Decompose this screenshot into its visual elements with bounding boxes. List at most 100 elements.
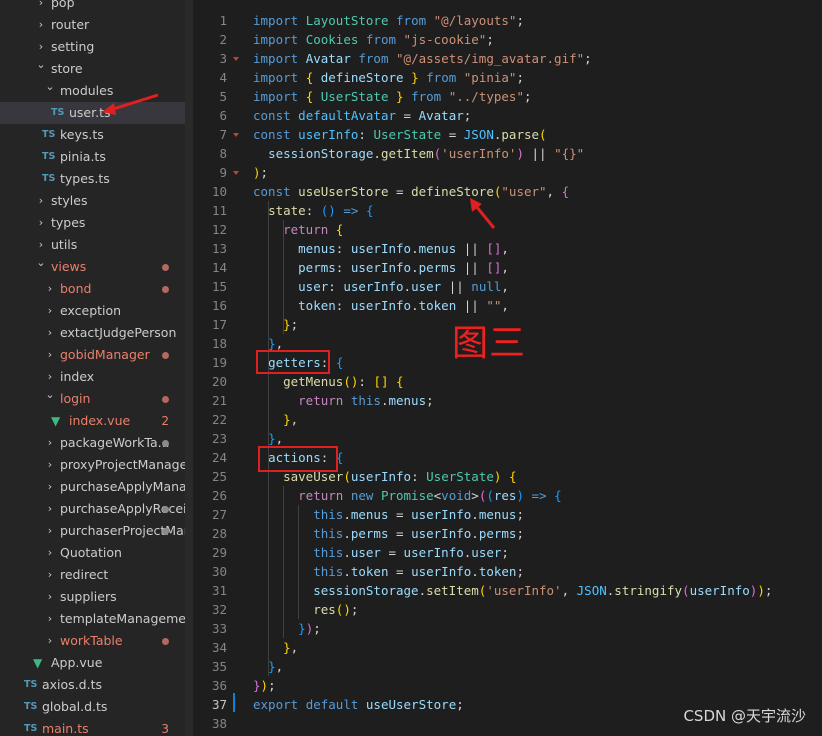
chevron-right-icon[interactable]: ›: [45, 300, 55, 322]
sidebar-scrollbar[interactable]: [185, 0, 193, 736]
chevron-right-icon[interactable]: ›: [36, 190, 46, 212]
chevron-right-icon[interactable]: ›: [45, 586, 55, 608]
code-line[interactable]: 36});: [193, 676, 822, 695]
explorer-item[interactable]: › exception: [0, 300, 185, 322]
explorer-item[interactable]: › Quotation: [0, 542, 185, 564]
explorer-item[interactable]: › packageWorkTa...: [0, 432, 185, 454]
code-token: Cookies: [305, 32, 359, 47]
code-line[interactable]: 29 this.user = userInfo.user;: [193, 543, 822, 562]
explorer-item[interactable]: › utils: [0, 234, 185, 256]
explorer-item[interactable]: › styles: [0, 190, 185, 212]
line-number: 16: [211, 298, 227, 313]
code-line[interactable]: 8 sessionStorage.getItem('userInfo') || …: [193, 144, 822, 163]
chevron-right-icon[interactable]: ›: [45, 520, 55, 542]
chevron-right-icon[interactable]: ›: [45, 564, 55, 586]
chevron-right-icon[interactable]: ›: [45, 498, 55, 520]
explorer-item[interactable]: ⌄ views: [0, 256, 185, 278]
explorer-item[interactable]: › redirect: [0, 564, 185, 586]
code-line[interactable]: 33 });: [193, 619, 822, 638]
code-line[interactable]: 14 perms: userInfo.perms || [],: [193, 258, 822, 277]
explorer-item[interactable]: › workTable: [0, 630, 185, 652]
chevron-right-icon[interactable]: ›: [45, 432, 55, 454]
code-line[interactable]: 21 return this.menus;: [193, 391, 822, 410]
code-line[interactable]: 32 res();: [193, 600, 822, 619]
code-line[interactable]: 1 import LayoutStore from "@/layouts";: [193, 11, 822, 30]
explorer-item[interactable]: › bond: [0, 278, 185, 300]
code-line[interactable]: 4 import { defineStore } from "pinia";: [193, 68, 822, 87]
code-line[interactable]: 16 token: userInfo.token || "",: [193, 296, 822, 315]
code-line[interactable]: 10 const useUserStore = defineStore("user…: [193, 182, 822, 201]
code-line[interactable]: 12 return {: [193, 220, 822, 239]
explorer-item[interactable]: › templateManagement: [0, 608, 185, 630]
code-line[interactable]: 6 const defaultAvatar = Avatar;: [193, 106, 822, 125]
code-line[interactable]: 5 import { UserState } from "../types";: [193, 87, 822, 106]
code-token: ): [260, 678, 269, 693]
fold-marker-icon[interactable]: [233, 171, 239, 175]
fold-marker-icon[interactable]: [233, 57, 239, 61]
explorer-item[interactable]: ⌄ login: [0, 388, 185, 410]
code-line[interactable]: 11 state: () => {: [193, 201, 822, 220]
explorer-item[interactable]: ⌄ store: [0, 58, 185, 80]
explorer-item[interactable]: ›purchaseApplyReceiv...: [0, 498, 185, 520]
chevron-right-icon[interactable]: ›: [36, 212, 46, 234]
chevron-right-icon[interactable]: ›: [45, 322, 55, 344]
chevron-down-icon[interactable]: ⌄: [45, 384, 55, 406]
chevron-right-icon[interactable]: ›: [45, 608, 55, 630]
explorer-item[interactable]: › purchaseApplyManage: [0, 476, 185, 498]
explorer-item[interactable]: TS types.ts: [0, 168, 185, 190]
fold-marker-icon[interactable]: [233, 133, 239, 137]
code-line[interactable]: 34 },: [193, 638, 822, 657]
code-line[interactable]: 15 user: userInfo.user || null,: [193, 277, 822, 296]
explorer-item[interactable]: TS axios.d.ts: [0, 674, 185, 696]
explorer-item[interactable]: ▼ App.vue: [0, 652, 185, 674]
chevron-right-icon[interactable]: ›: [45, 278, 55, 300]
explorer-item[interactable]: ›purchaserProjectMan...: [0, 520, 185, 542]
code-token: =: [380, 545, 404, 560]
chevron-right-icon[interactable]: ›: [45, 542, 55, 564]
chevron-right-icon[interactable]: ›: [45, 344, 55, 366]
modified-dot-icon: [162, 528, 169, 535]
explorer-item[interactable]: › gobidManager: [0, 344, 185, 366]
explorer-item[interactable]: › suppliers: [0, 586, 185, 608]
code-line[interactable]: 7 const userInfo: UserState = JSON.parse(: [193, 125, 822, 144]
explorer-item[interactable]: › router: [0, 14, 185, 36]
code-line[interactable]: 26 return new Promise<void>((res) => {: [193, 486, 822, 505]
chevron-right-icon[interactable]: ›: [45, 454, 55, 476]
code-line[interactable]: 30 this.token = userInfo.token;: [193, 562, 822, 581]
code-token: }: [298, 621, 306, 636]
code-line[interactable]: 22 },: [193, 410, 822, 429]
explorer-item[interactable]: TS main.ts 3: [0, 718, 185, 736]
explorer-item[interactable]: › pop: [0, 0, 185, 14]
explorer-item[interactable]: › proxyProjectManage: [0, 454, 185, 476]
code-line[interactable]: 28 this.perms = userInfo.perms;: [193, 524, 822, 543]
chevron-down-icon[interactable]: ⌄: [36, 54, 46, 76]
explorer-item[interactable]: TS keys.ts: [0, 124, 185, 146]
explorer-item[interactable]: TS pinia.ts: [0, 146, 185, 168]
chevron-right-icon[interactable]: ›: [36, 0, 46, 14]
explorer-item[interactable]: › index: [0, 366, 185, 388]
chevron-right-icon[interactable]: ›: [45, 630, 55, 652]
explorer-item[interactable]: › extactJudgePerson: [0, 322, 185, 344]
code-line[interactable]: 35 },: [193, 657, 822, 676]
code-token: 'userInfo': [486, 583, 562, 598]
chevron-right-icon[interactable]: ›: [36, 14, 46, 36]
chevron-down-icon[interactable]: ⌄: [36, 252, 46, 274]
explorer-item[interactable]: › types: [0, 212, 185, 234]
code-line[interactable]: 20 getMenus(): [] {: [193, 372, 822, 391]
code-token: ;: [516, 13, 524, 28]
explorer-item[interactable]: ▼ index.vue 2: [0, 410, 185, 432]
code-line[interactable]: 13 menus: userInfo.menus || [],: [193, 239, 822, 258]
code-line[interactable]: 9);: [193, 163, 822, 182]
chevron-down-icon[interactable]: ⌄: [45, 76, 55, 98]
code-line[interactable]: 31 sessionStorage.setItem ('userInfo', JS…: [193, 581, 822, 600]
chevron-right-icon[interactable]: ›: [45, 476, 55, 498]
explorer-item[interactable]: › setting: [0, 36, 185, 58]
code-line[interactable]: 2 import Cookies from "js-cookie";: [193, 30, 822, 49]
code-line[interactable]: 3 import Avatar from "@/assets/img_avatar…: [193, 49, 822, 68]
explorer-item[interactable]: TS global.d.ts: [0, 696, 185, 718]
code-line[interactable]: 27 this.menus = userInfo.menus;: [193, 505, 822, 524]
